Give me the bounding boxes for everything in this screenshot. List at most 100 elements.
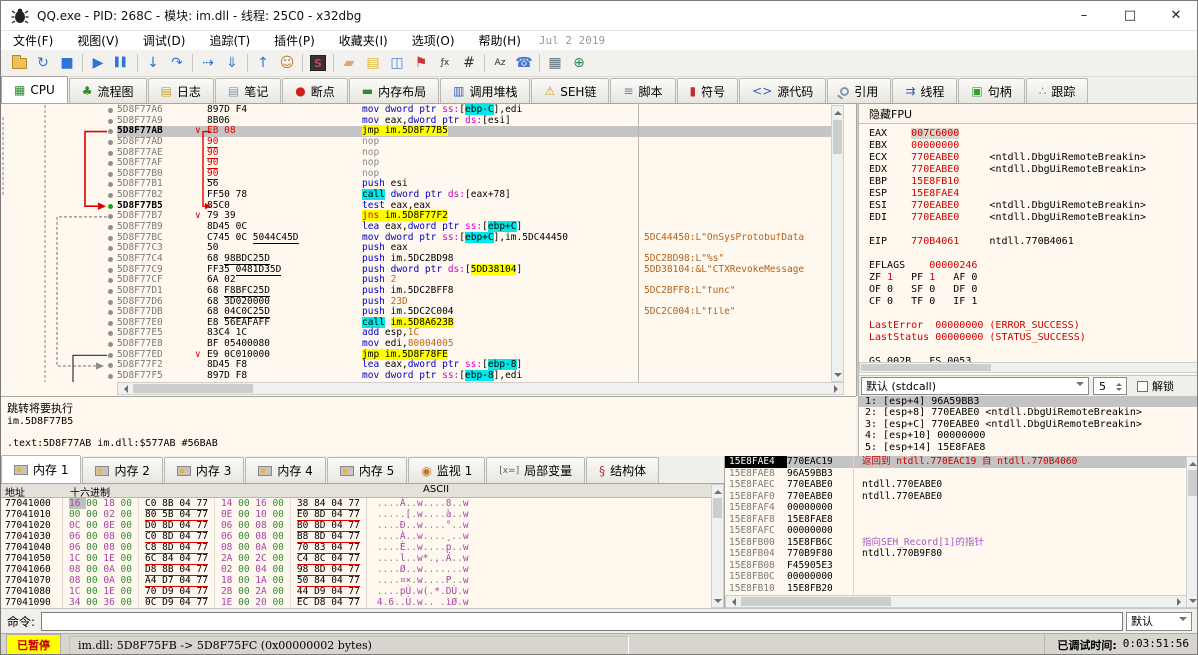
hash-icon[interactable]: #	[457, 52, 481, 74]
scylla-icon[interactable]: S	[306, 52, 330, 74]
registers-hscrollbar[interactable]	[859, 362, 1197, 373]
breakpoint-dot-icon[interactable]	[108, 214, 113, 220]
breakpoint-dot-icon[interactable]	[108, 108, 113, 113]
argument-row-4[interactable]: 4: [esp+10] 00000000	[859, 430, 1197, 441]
tab-内存1[interactable]: 内存 1	[1, 455, 82, 483]
arguments-panel[interactable]: 1: [esp+4] 96A59BB3 2: [esp+8] 770EABE0 <…	[858, 396, 1197, 456]
breakpoint-dot-icon[interactable]	[108, 278, 113, 284]
breakpoint-dot-icon[interactable]	[108, 193, 113, 199]
breakpoint-dot-icon[interactable]	[108, 182, 113, 188]
menu-item-5[interactable]: 收藏夹(I)	[327, 31, 400, 50]
argument-row-1[interactable]: 1: [esp+4] 96A59BB3	[859, 396, 1197, 408]
registers-panel[interactable]: 隐藏FPU EAX 007C6000 EBX 00000000 ECX 770EAB…	[858, 104, 1197, 396]
breakpoint-dot-icon[interactable]	[108, 171, 113, 177]
pause-icon[interactable]: ▌▌	[110, 52, 134, 74]
execute-till-return-icon[interactable]: ↑	[251, 52, 275, 74]
stack-row-15E8FAE4[interactable]: 15E8FAE4 770EAC19 返回到 ntdll.770EAC19 自 ntd…	[725, 456, 1187, 468]
memory-row-77041080[interactable]: 77041080 1C 00 1E 00 70 D9 04 77 28 00 2A 0…	[1, 586, 711, 598]
tab-符号[interactable]: ▮ 符号	[676, 78, 739, 103]
tab-局部变量[interactable]: [x=] 局部变量	[486, 457, 586, 483]
breakpoint-dot-icon[interactable]	[108, 288, 113, 294]
breakpoint-dot-icon[interactable]	[108, 267, 113, 273]
breakpoint-dot-icon[interactable]	[108, 363, 113, 369]
tab-流程图[interactable]: ♣ 流程图	[68, 78, 147, 103]
argument-row-3[interactable]: 3: [esp+C] 770EABE0 <ntdll.DbgUiRemoteBr…	[859, 419, 1197, 430]
menu-item-3[interactable]: 追踪(T)	[197, 31, 262, 50]
stop-icon[interactable]: ■	[55, 52, 79, 74]
disasm-hscrollbar[interactable]	[117, 382, 844, 395]
minimize-button[interactable]: –	[1061, 1, 1107, 31]
memory-vscrollbar[interactable]	[711, 484, 724, 608]
stack-row-15E8FAEC[interactable]: 15E8FAEC 770EABE0 ntdll.770EABE0	[725, 479, 1187, 491]
breakpoint-dot-icon[interactable]	[108, 235, 113, 241]
tab-调用堆栈[interactable]: ▥ 调用堆栈	[440, 78, 531, 103]
tab-监视1[interactable]: ◉ 监视 1	[408, 457, 486, 483]
stack-row-15E8FB00[interactable]: 15E8FB00 15E8FB6C 指向SEH_Record[1]的指针	[725, 536, 1187, 548]
maximize-button[interactable]: □	[1107, 1, 1153, 31]
stack-row-15E8FAF8[interactable]: 15E8FAF8 15E8FAE8	[725, 513, 1187, 525]
patches-icon[interactable]: ▰	[337, 52, 361, 74]
memory-row-77041040[interactable]: 77041040 06 00 08 00 C8 8D 04 77 08 00 0A 0…	[1, 542, 711, 554]
memory-row-77041030[interactable]: 77041030 06 00 08 00 C0 8D 04 77 06 00 08 0…	[1, 531, 711, 543]
argument-row-5[interactable]: 5: [esp+14] 15E8FAE8	[859, 442, 1197, 453]
breakpoint-dot-icon[interactable]	[108, 310, 113, 316]
tab-内存3[interactable]: 内存 3	[163, 457, 245, 483]
memory-dump-panel[interactable]: 地址 十六进制 ASCII 77041000 16 00 18 00 C0 8B 0…	[1, 484, 711, 609]
tab-句柄[interactable]: ▣ 句柄	[958, 78, 1025, 103]
hide-fpu-button[interactable]: 隐藏FPU	[859, 104, 1197, 124]
stack-row-15E8FB10[interactable]: 15E8FB10 15E8FB20	[725, 582, 1187, 594]
breakpoint-dot-icon[interactable]	[108, 161, 113, 167]
tab-断点[interactable]: ● 断点	[282, 78, 348, 103]
menu-item-1[interactable]: 视图(V)	[65, 31, 131, 50]
stack-row-15E8FB0C[interactable]: 15E8FB0C 00000000	[725, 571, 1187, 583]
breakpoint-dot-icon[interactable]	[108, 331, 113, 337]
stack-row-15E8FAE8[interactable]: 15E8FAE8 96A59BB3	[725, 467, 1187, 479]
memory-row-77041050[interactable]: 77041050 1C 00 1E 00 6C 84 04 77 2A 00 2C 0…	[1, 553, 711, 565]
tab-脚本[interactable]: ≡ 脚本	[610, 78, 676, 103]
attach-icon[interactable]: ☎	[512, 52, 536, 74]
command-profile-select[interactable]: 默认	[1126, 611, 1193, 631]
tab-内存4[interactable]: 内存 4	[245, 457, 326, 483]
stack-row-15E8FB04[interactable]: 15E8FB04 770B9F80 ntdll.770B9F80	[725, 548, 1187, 560]
breakpoint-dot-icon[interactable]	[108, 299, 113, 305]
breakpoint-dot-icon[interactable]	[108, 118, 113, 124]
functions-icon[interactable]: ƒx	[433, 52, 457, 74]
menu-item-4[interactable]: 插件(P)	[262, 31, 327, 50]
tab-内存5[interactable]: 内存 5	[326, 457, 408, 483]
stack-panel[interactable]: 15E8FAE4 770EAC19 返回到 ntdll.770EAC19 自 ntd…	[724, 456, 1197, 608]
comments-icon[interactable]: ▤	[361, 52, 385, 74]
tab-跟踪[interactable]: ∴ 跟踪	[1025, 78, 1089, 103]
breakpoint-dot-icon[interactable]	[108, 320, 113, 326]
trace-over-icon[interactable]: ⇓	[220, 52, 244, 74]
menu-item-7[interactable]: 帮助(H)	[467, 31, 533, 50]
trace-into-icon[interactable]: ⇢	[196, 52, 220, 74]
disasm-row-5D8F77AD[interactable]: 5D8F77AD 90 nop	[1, 135, 844, 148]
run-to-user-code-icon[interactable]: ☺	[275, 52, 299, 74]
disasm-row-5D8F77D1[interactable]: 5D8F77D1 68 F8BFC25D push im.5DC2BFF8 5DC2B…	[1, 284, 844, 297]
stack-row-15E8FAF4[interactable]: 15E8FAF4 00000000	[725, 502, 1187, 514]
stack-vscrollbar[interactable]	[1186, 456, 1197, 608]
breakpoint-dot-icon[interactable]	[108, 352, 113, 358]
memory-row-77041020[interactable]: 77041020 0C 00 0E 00 D0 8D 04 77 06 00 08 0…	[1, 520, 711, 532]
stack-row-15E8FAF0[interactable]: 15E8FAF0 770EABE0 ntdll.770EABE0	[725, 490, 1187, 502]
breakpoint-dot-icon[interactable]	[108, 342, 113, 348]
eip-dot-icon[interactable]	[108, 203, 113, 209]
breakpoint-dot-icon[interactable]	[108, 374, 113, 380]
breakpoint-dot-icon[interactable]	[108, 150, 113, 156]
unlock-checkbox[interactable]	[1137, 380, 1148, 392]
restart-icon[interactable]: ↻	[31, 52, 55, 74]
run-icon[interactable]: ▶	[86, 52, 110, 74]
memory-row-77041060[interactable]: 77041060 08 00 0A 00 D8 8B 04 77 02 00 04 0…	[1, 564, 711, 576]
open-file-icon[interactable]	[7, 52, 31, 74]
case-icon[interactable]: Aᴢ	[488, 52, 512, 74]
calculator-icon[interactable]: ▦	[543, 52, 567, 74]
breakpoint-dot-icon[interactable]	[108, 129, 113, 135]
disasm-row-5D8F77F5[interactable]: 5D8F77F5 897D F8 mov dword ptr ss:[ebp-8],…	[1, 370, 844, 382]
menu-item-6[interactable]: 选项(O)	[400, 31, 467, 50]
tab-引用[interactable]: 引用	[827, 78, 892, 103]
tab-内存布局[interactable]: ▬ 内存布局	[348, 78, 440, 103]
calling-convention-select[interactable]: 默认 (stdcall)	[861, 377, 1089, 395]
memory-row-77041010[interactable]: 77041010 00 00 02 00 80 5B 04 77 0E 00 10 0…	[1, 509, 711, 521]
globe-icon[interactable]: ⊕	[567, 52, 591, 74]
arg-count-spinner[interactable]: 5	[1093, 377, 1127, 395]
